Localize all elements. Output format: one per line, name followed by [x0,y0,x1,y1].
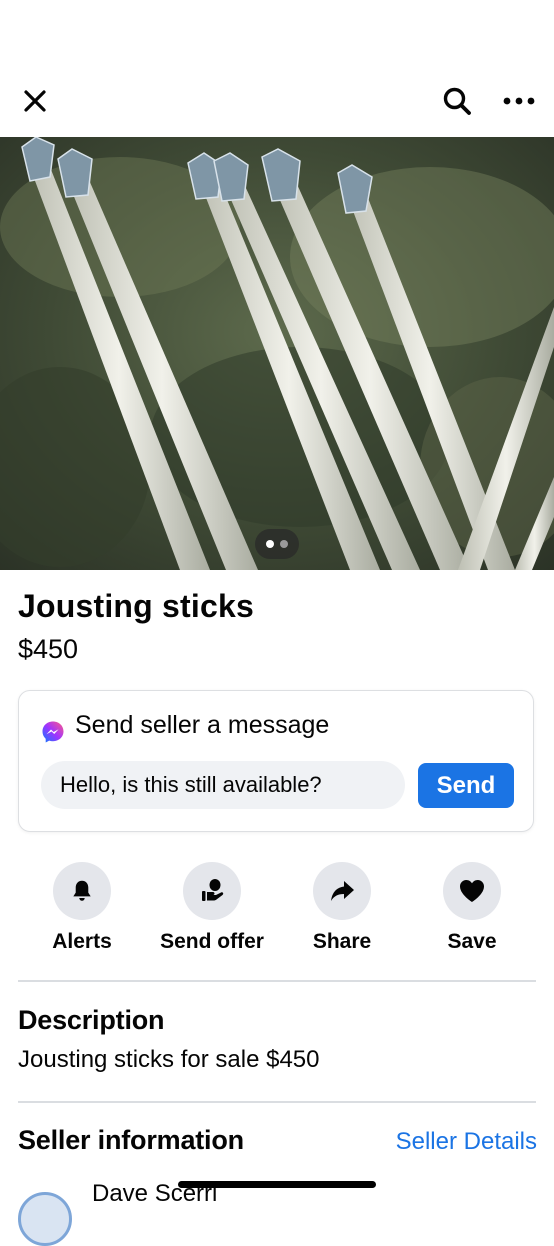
description-text: Jousting sticks for sale $450 [18,1046,320,1073]
send-button[interactable]: Send [418,763,514,808]
listing-title: Jousting sticks [18,588,254,624]
listing-photo[interactable] [0,137,554,570]
listing-price: $450 [18,634,79,664]
avatar[interactable] [18,1192,72,1246]
pager-dot [280,540,288,548]
send-offer-action[interactable]: Send offer [147,862,277,962]
home-indicator[interactable] [178,1181,376,1188]
message-input[interactable]: Hello, is this still available? [41,761,405,809]
message-heading: Send seller a message [75,711,330,739]
alerts-label: Alerts [52,930,112,953]
more-horizontal-icon [503,97,535,105]
bell-icon [73,880,91,901]
share-action[interactable]: Share [277,862,407,962]
share-label: Share [312,930,372,953]
alerts-action[interactable]: Alerts [17,862,147,962]
seller-info-heading: Seller information [18,1125,244,1155]
more-options-button[interactable] [498,80,540,122]
search-icon [443,87,471,115]
send-offer-label: Send offer [160,930,264,953]
seller-details-link[interactable]: Seller Details [396,1128,537,1156]
save-action[interactable]: Save [407,862,537,962]
share-arrow-icon [331,881,354,901]
close-button[interactable] [14,80,56,122]
search-button[interactable] [436,80,478,122]
offer-hand-icon [202,879,224,901]
save-label: Save [447,930,497,953]
description-heading: Description [18,1005,165,1035]
messenger-icon [42,721,64,743]
divider [18,980,536,982]
close-icon [24,90,46,112]
pager-dot-active [266,540,274,548]
heart-icon [460,880,484,902]
divider [18,1101,536,1103]
message-seller-card: Send seller a message Hello, is this sti… [18,690,534,832]
photo-pager [255,529,299,559]
